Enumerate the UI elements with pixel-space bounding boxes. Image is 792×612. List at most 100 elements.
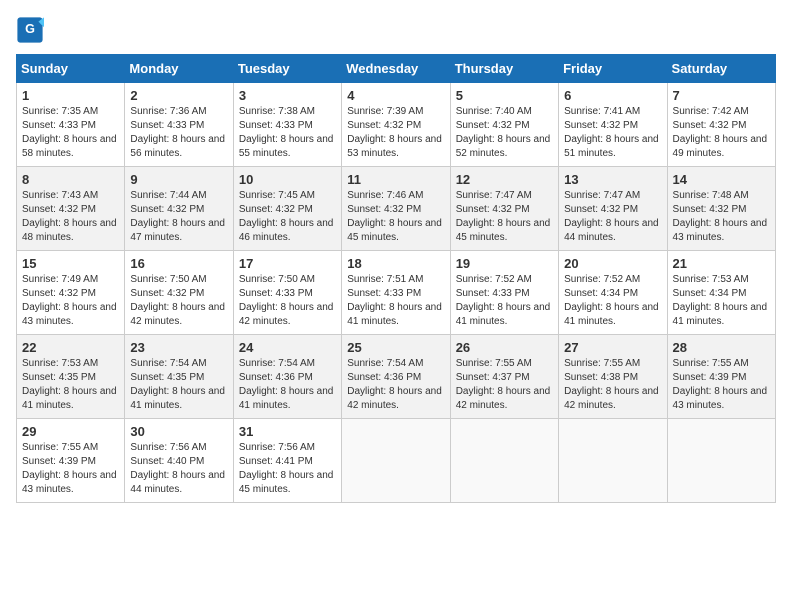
calendar-week-row: 22 Sunrise: 7:53 AMSunset: 4:35 PMDayligh… [17, 335, 776, 419]
day-number: 24 [239, 340, 336, 355]
calendar-cell: 3Sunrise: 7:38 AMSunset: 4:33 PMDaylight… [233, 83, 341, 167]
day-info: Sunrise: 7:56 AMSunset: 4:41 PMDaylight:… [239, 441, 336, 497]
day-info: Sunrise: 7:54 AMSunset: 4:36 PMDaylight:… [239, 357, 336, 413]
logo-icon: G [16, 16, 44, 44]
day-number: 16 [130, 256, 227, 271]
col-header-saturday: Saturday [667, 55, 775, 83]
day-info: Sunrise: 7:55 AMSunset: 4:38 PMDaylight:… [564, 357, 661, 413]
svg-text:G: G [25, 22, 35, 36]
day-info: Sunrise: 7:50 AMSunset: 4:32 PMDaylight:… [130, 273, 227, 329]
day-info: Sunrise: 7:41 AMSunset: 4:32 PMDaylight:… [564, 105, 661, 161]
day-number: 18 [347, 256, 444, 271]
calendar-cell: 6 Sunrise: 7:41 AMSunset: 4:32 PMDaylight… [559, 83, 667, 167]
day-info: Sunrise: 7:35 AMSunset: 4:33 PMDaylight:… [22, 105, 119, 161]
day-info: Sunrise: 7:39 AMSunset: 4:32 PMDaylight:… [347, 105, 444, 161]
day-info: Sunrise: 7:54 AMSunset: 4:35 PMDaylight:… [130, 357, 227, 413]
day-info: Sunrise: 7:50 AMSunset: 4:33 PMDaylight:… [239, 273, 336, 329]
calendar-cell: 4Sunrise: 7:39 AMSunset: 4:32 PMDaylight… [342, 83, 450, 167]
day-number: 23 [130, 340, 227, 355]
day-number: 1 [22, 88, 119, 103]
calendar-cell: 11 Sunrise: 7:46 AMSunset: 4:32 PMDayligh… [342, 167, 450, 251]
logo: G [16, 16, 48, 44]
day-info: Sunrise: 7:54 AMSunset: 4:36 PMDaylight:… [347, 357, 444, 413]
day-number: 17 [239, 256, 336, 271]
calendar-cell: 18 Sunrise: 7:51 AMSunset: 4:33 PMDayligh… [342, 251, 450, 335]
day-number: 11 [347, 172, 444, 187]
day-info: Sunrise: 7:51 AMSunset: 4:33 PMDaylight:… [347, 273, 444, 329]
day-number: 31 [239, 424, 336, 439]
calendar-cell [667, 419, 775, 503]
day-info: Sunrise: 7:52 AMSunset: 4:33 PMDaylight:… [456, 273, 553, 329]
calendar-cell: 19Sunrise: 7:52 AMSunset: 4:33 PMDayligh… [450, 251, 558, 335]
calendar-cell: 30Sunrise: 7:56 AMSunset: 4:40 PMDayligh… [125, 419, 233, 503]
day-number: 14 [673, 172, 770, 187]
calendar-cell: 12 Sunrise: 7:47 AMSunset: 4:32 PMDayligh… [450, 167, 558, 251]
day-info: Sunrise: 7:47 AMSunset: 4:32 PMDaylight:… [456, 189, 553, 245]
day-info: Sunrise: 7:36 AMSunset: 4:33 PMDaylight:… [130, 105, 227, 161]
calendar-cell: 8 Sunrise: 7:43 AMSunset: 4:32 PMDaylight… [17, 167, 125, 251]
day-info: Sunrise: 7:53 AMSunset: 4:35 PMDaylight:… [22, 357, 119, 413]
calendar-week-row: 15 Sunrise: 7:49 AMSunset: 4:32 PMDayligh… [17, 251, 776, 335]
calendar-cell: 28 Sunrise: 7:55 AMSunset: 4:39 PMDayligh… [667, 335, 775, 419]
calendar-cell: 10Sunrise: 7:45 AMSunset: 4:32 PMDayligh… [233, 167, 341, 251]
day-info: Sunrise: 7:48 AMSunset: 4:32 PMDaylight:… [673, 189, 770, 245]
calendar-cell: 9Sunrise: 7:44 AMSunset: 4:32 PMDaylight… [125, 167, 233, 251]
calendar-cell: 24 Sunrise: 7:54 AMSunset: 4:36 PMDayligh… [233, 335, 341, 419]
col-header-tuesday: Tuesday [233, 55, 341, 83]
calendar-week-row: 29 Sunrise: 7:55 AMSunset: 4:39 PMDayligh… [17, 419, 776, 503]
calendar-cell: 15 Sunrise: 7:49 AMSunset: 4:32 PMDayligh… [17, 251, 125, 335]
calendar-cell: 16 Sunrise: 7:50 AMSunset: 4:32 PMDayligh… [125, 251, 233, 335]
day-info: Sunrise: 7:49 AMSunset: 4:32 PMDaylight:… [22, 273, 119, 329]
col-header-monday: Monday [125, 55, 233, 83]
day-number: 30 [130, 424, 227, 439]
day-number: 29 [22, 424, 119, 439]
calendar-cell: 29 Sunrise: 7:55 AMSunset: 4:39 PMDayligh… [17, 419, 125, 503]
calendar-header-row: SundayMondayTuesdayWednesdayThursdayFrid… [17, 55, 776, 83]
day-info: Sunrise: 7:38 AMSunset: 4:33 PMDaylight:… [239, 105, 336, 161]
day-info: Sunrise: 7:44 AMSunset: 4:32 PMDaylight:… [130, 189, 227, 245]
day-info: Sunrise: 7:47 AMSunset: 4:32 PMDaylight:… [564, 189, 661, 245]
day-info: Sunrise: 7:55 AMSunset: 4:39 PMDaylight:… [22, 441, 119, 497]
day-info: Sunrise: 7:55 AMSunset: 4:39 PMDaylight:… [673, 357, 770, 413]
day-number: 26 [456, 340, 553, 355]
calendar-cell: 22 Sunrise: 7:53 AMSunset: 4:35 PMDayligh… [17, 335, 125, 419]
calendar-cell: 17 Sunrise: 7:50 AMSunset: 4:33 PMDayligh… [233, 251, 341, 335]
calendar-cell: 23 Sunrise: 7:54 AMSunset: 4:35 PMDayligh… [125, 335, 233, 419]
day-info: Sunrise: 7:40 AMSunset: 4:32 PMDaylight:… [456, 105, 553, 161]
col-header-wednesday: Wednesday [342, 55, 450, 83]
calendar-week-row: 1 Sunrise: 7:35 AMSunset: 4:33 PMDaylight… [17, 83, 776, 167]
day-info: Sunrise: 7:52 AMSunset: 4:34 PMDaylight:… [564, 273, 661, 329]
day-number: 27 [564, 340, 661, 355]
calendar-cell [450, 419, 558, 503]
calendar-cell: 13 Sunrise: 7:47 AMSunset: 4:32 PMDayligh… [559, 167, 667, 251]
calendar-cell [559, 419, 667, 503]
day-number: 28 [673, 340, 770, 355]
calendar-cell: 2Sunrise: 7:36 AMSunset: 4:33 PMDaylight… [125, 83, 233, 167]
day-info: Sunrise: 7:55 AMSunset: 4:37 PMDaylight:… [456, 357, 553, 413]
day-number: 5 [456, 88, 553, 103]
calendar-cell: 20 Sunrise: 7:52 AMSunset: 4:34 PMDayligh… [559, 251, 667, 335]
day-number: 7 [673, 88, 770, 103]
day-number: 15 [22, 256, 119, 271]
day-info: Sunrise: 7:46 AMSunset: 4:32 PMDaylight:… [347, 189, 444, 245]
calendar-cell: 26 Sunrise: 7:55 AMSunset: 4:37 PMDayligh… [450, 335, 558, 419]
calendar-table: SundayMondayTuesdayWednesdayThursdayFrid… [16, 54, 776, 503]
day-number: 10 [239, 172, 336, 187]
calendar-week-row: 8 Sunrise: 7:43 AMSunset: 4:32 PMDaylight… [17, 167, 776, 251]
day-number: 20 [564, 256, 661, 271]
calendar-cell: 25 Sunrise: 7:54 AMSunset: 4:36 PMDayligh… [342, 335, 450, 419]
day-number: 21 [673, 256, 770, 271]
day-number: 6 [564, 88, 661, 103]
calendar-cell: 31 Sunrise: 7:56 AMSunset: 4:41 PMDayligh… [233, 419, 341, 503]
col-header-thursday: Thursday [450, 55, 558, 83]
day-info: Sunrise: 7:43 AMSunset: 4:32 PMDaylight:… [22, 189, 119, 245]
calendar-cell: 7 Sunrise: 7:42 AMSunset: 4:32 PMDaylight… [667, 83, 775, 167]
day-number: 25 [347, 340, 444, 355]
calendar-cell [342, 419, 450, 503]
day-number: 13 [564, 172, 661, 187]
day-info: Sunrise: 7:42 AMSunset: 4:32 PMDaylight:… [673, 105, 770, 161]
day-info: Sunrise: 7:53 AMSunset: 4:34 PMDaylight:… [673, 273, 770, 329]
day-number: 8 [22, 172, 119, 187]
day-number: 12 [456, 172, 553, 187]
day-number: 22 [22, 340, 119, 355]
